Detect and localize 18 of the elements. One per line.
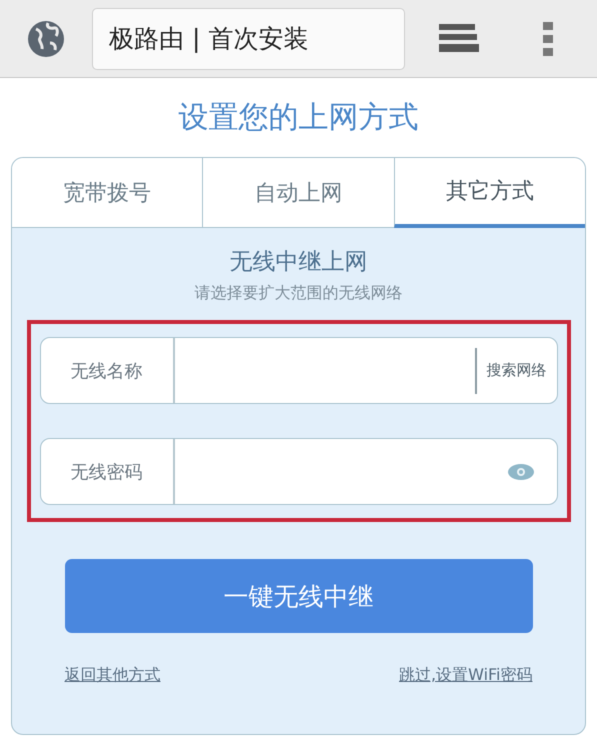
- tab[interactable]: 宽带拨号: [12, 158, 202, 228]
- section-title: 无线中继上网: [230, 248, 368, 277]
- input-field[interactable]: 无线密码: [40, 438, 558, 505]
- field-label: 无线密码: [40, 439, 174, 504]
- link[interactable]: 返回其他方式: [64, 665, 160, 686]
- menu-icon[interactable]: [543, 22, 553, 56]
- globe-icon[interactable]: [26, 18, 66, 58]
- tab[interactable]: 其它方式: [394, 158, 585, 228]
- search-network-link[interactable]: 搜索网络: [474, 348, 556, 394]
- page-title-field[interactable]: 极路由 | 首次安装: [92, 8, 405, 70]
- page-heading: 设置您的上网方式: [178, 99, 420, 137]
- section-subtitle: 请选择要扩大范围的无线网络: [194, 283, 402, 304]
- tab[interactable]: 自动上网: [202, 158, 394, 228]
- repeater-button[interactable]: 一键无线中继: [64, 559, 532, 633]
- field-label: 无线名称: [40, 338, 174, 403]
- link[interactable]: 跳过,设置WiFi密码: [399, 665, 532, 686]
- input-field[interactable]: 无线名称 搜索网络: [40, 337, 558, 404]
- stacked-tabs-icon[interactable]: [439, 24, 481, 54]
